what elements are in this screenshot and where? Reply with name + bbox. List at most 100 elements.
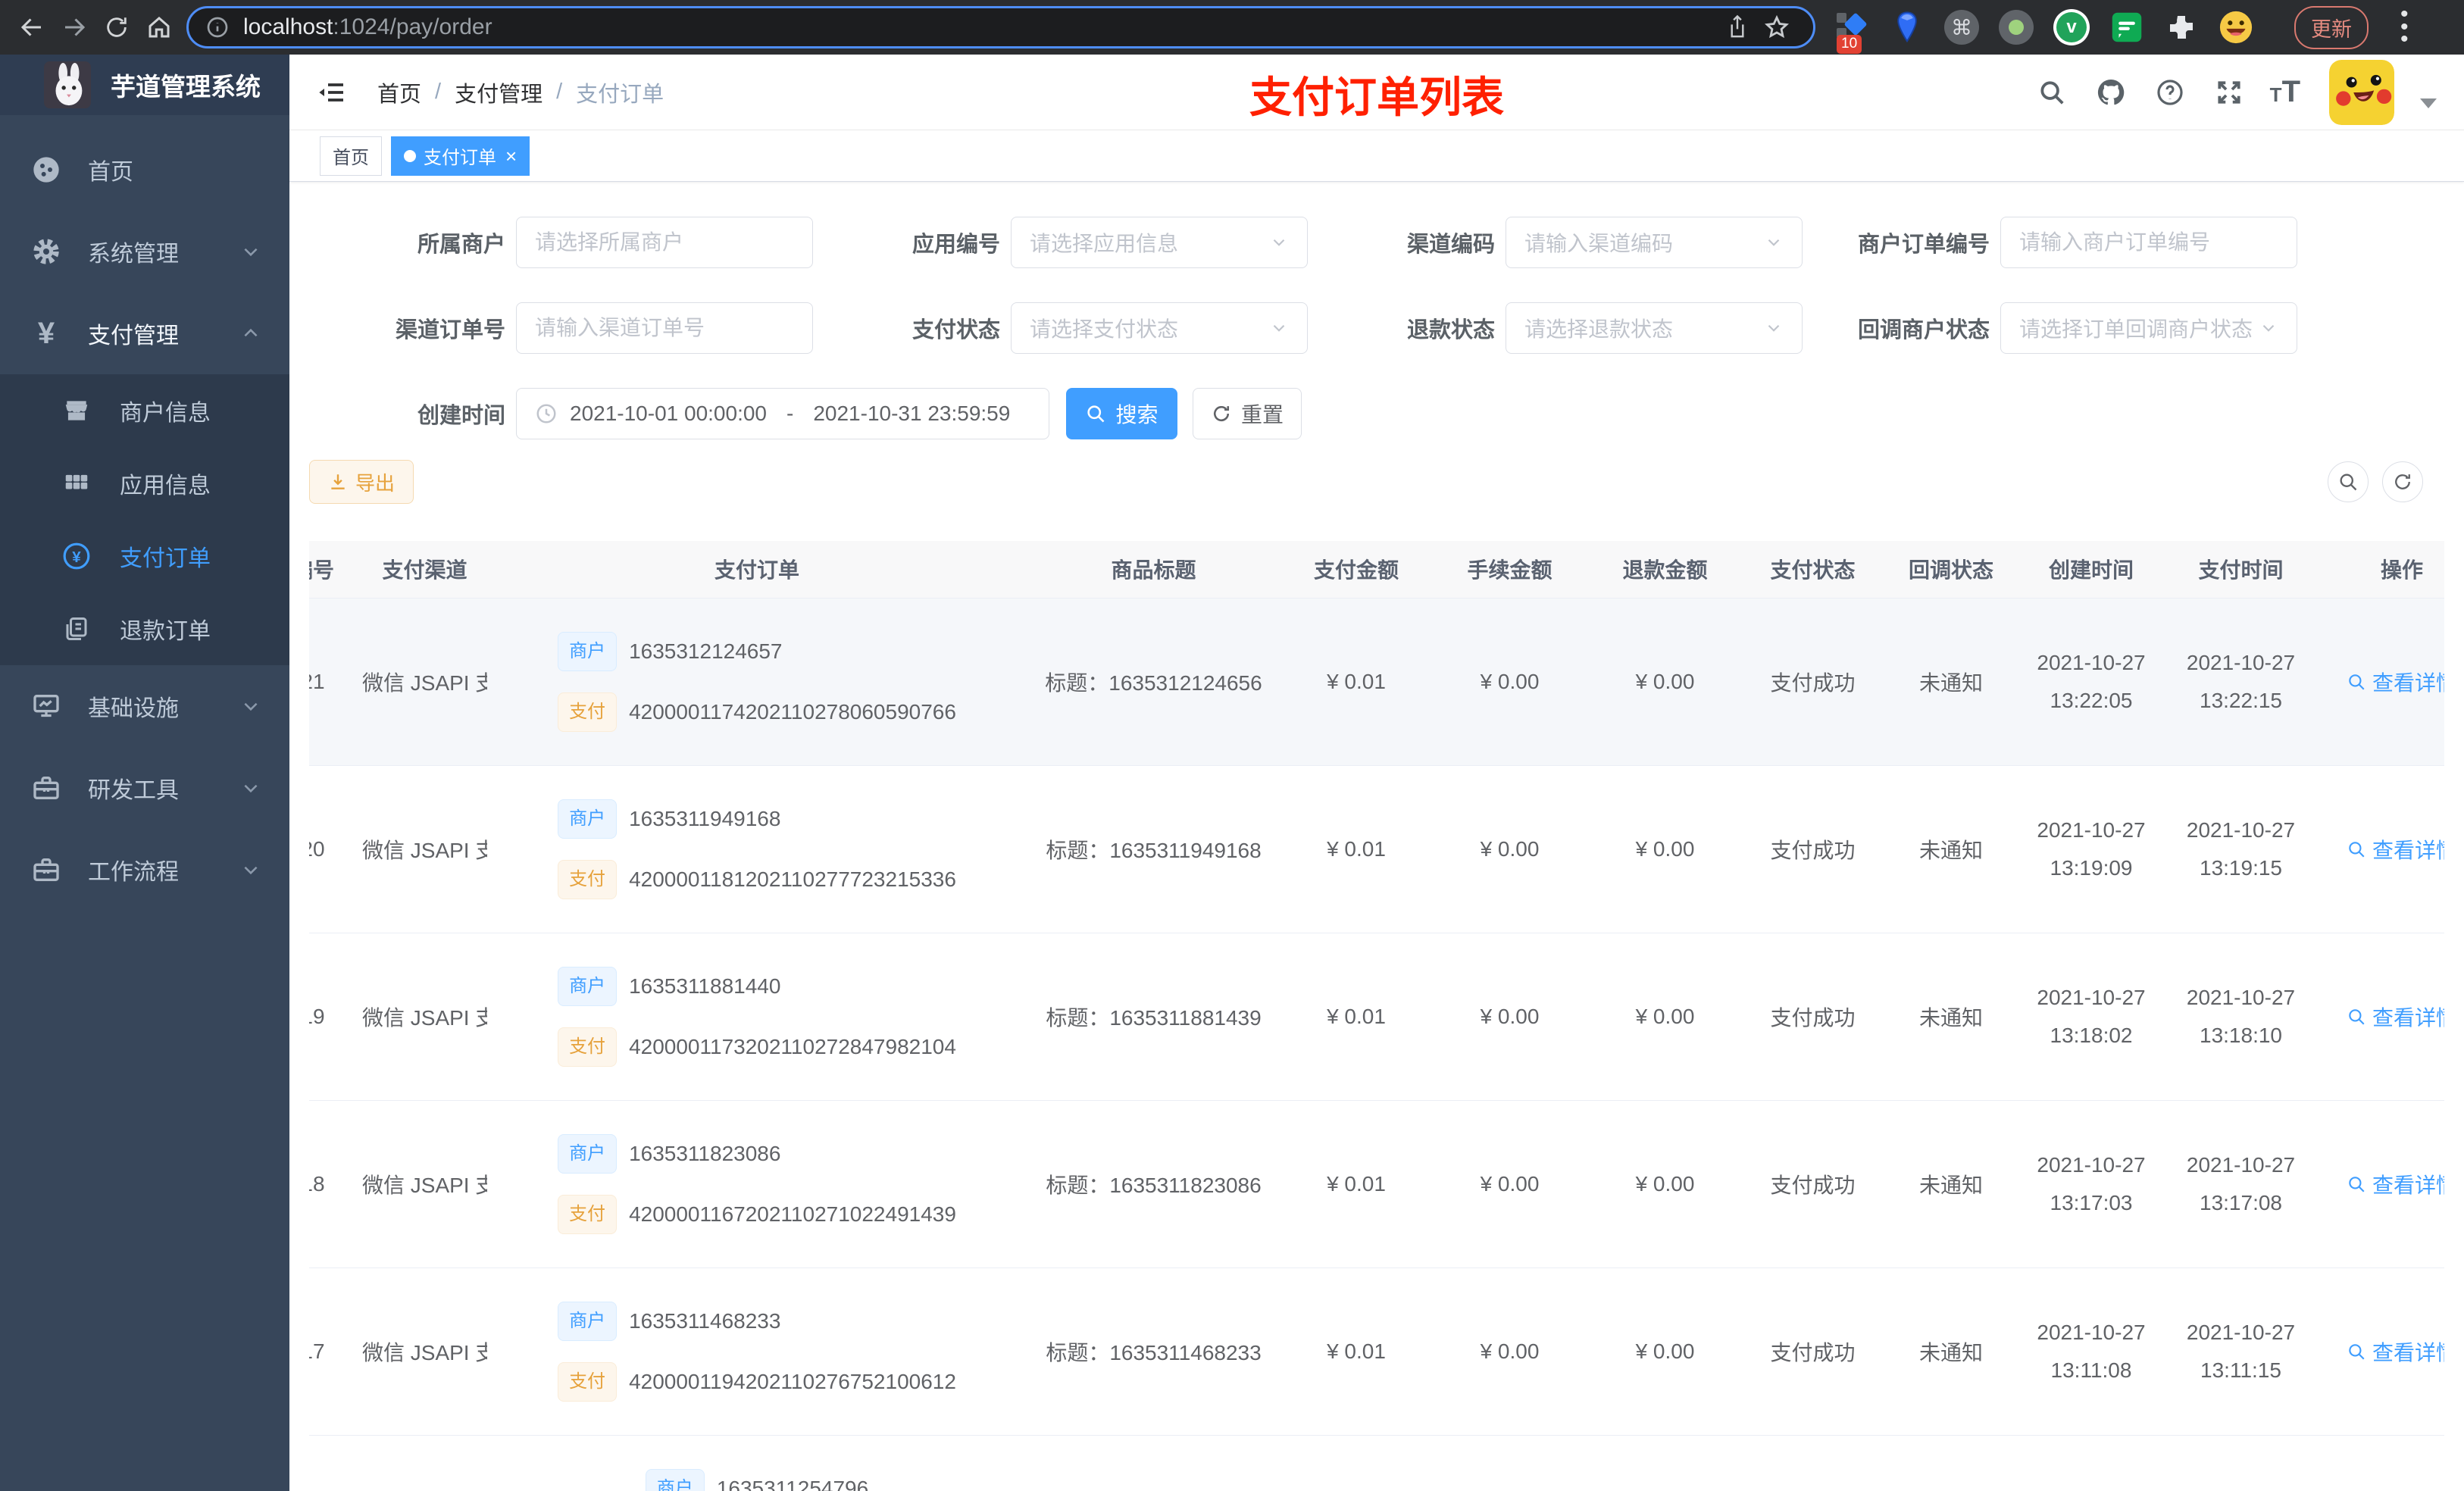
sidebar-item-system[interactable]: 系统管理 [0, 211, 289, 292]
cell-actions: 查看详情 [2319, 598, 2444, 766]
refund-status-select[interactable]: 请选择退款状态 [1506, 302, 1803, 354]
sidebar-item-pay-order[interactable]: ¥ 支付订单 [0, 520, 289, 592]
cell-id: 19 [309, 933, 362, 1101]
sidebar-item-payment[interactable]: ¥ 支付管理 [0, 292, 289, 374]
extension-command-icon[interactable]: ⌘ [1944, 10, 1979, 45]
filter-app-id: 应用编号 请选择应用信息 [813, 217, 1308, 268]
sidebar-item-merchant-info[interactable]: 商户信息 [0, 374, 289, 447]
filter-pay-status: 支付状态 请选择支付状态 [813, 302, 1308, 354]
toolbox-icon [29, 771, 64, 805]
app-id-select[interactable]: 请选择应用信息 [1011, 217, 1308, 268]
address-bar[interactable]: localhost:1024/pay/order [186, 6, 1815, 48]
extension-diamond-icon[interactable]: 10 [1835, 10, 1870, 54]
user-avatar[interactable] [2329, 59, 2394, 125]
browser-update-button[interactable]: 更新 [2294, 5, 2369, 49]
extension-pin-icon[interactable] [1890, 10, 1925, 45]
browser-back-icon[interactable] [11, 6, 53, 48]
svg-text:¥: ¥ [72, 549, 81, 566]
cell-pay-time: 2021-10-27 13:18:10 [2163, 933, 2319, 1101]
view-detail-link[interactable]: 查看详情 [2347, 1169, 2444, 1199]
col-refund-amount: 退款金额 [1587, 541, 1743, 599]
sidebar-item-dev-tools[interactable]: 研发工具 [0, 747, 289, 829]
merchant-input[interactable] [535, 230, 794, 255]
sidebar-item-infrastructure[interactable]: 基础设施 [0, 665, 289, 747]
app-logo-bar[interactable]: 芋道管理系统 [0, 55, 289, 115]
sidebar-item-workflow[interactable]: 工作流程 [0, 829, 289, 911]
cell-actions: 查看详情 [2319, 933, 2444, 1101]
merchant-order-tag: 商户 [558, 1301, 618, 1341]
order-table: 编号 支付渠道 支付订单 商品标题 支付金额 手续金额 退款金额 支付状态 回调… [309, 541, 2444, 1491]
bookmark-star-icon[interactable] [1757, 8, 1796, 47]
table-row: 17 微信 JSAPI 支付 商户 1635311468233 支付 42000… [309, 1268, 2444, 1436]
view-detail-link[interactable]: 查看详情 [2347, 1336, 2444, 1367]
sidebar-item-home[interactable]: 首页 [0, 129, 289, 211]
view-detail-link[interactable]: 查看详情 [2347, 834, 2444, 864]
cell-title: 标题：1635311881439 [1027, 933, 1280, 1101]
github-icon[interactable] [2093, 74, 2129, 111]
search-icon[interactable] [2034, 74, 2070, 111]
avatar-caret-icon[interactable] [2420, 98, 2437, 108]
order-table-body: 21 微信 JSAPI 支付 商户 1635312124657 支付 42000… [309, 598, 2444, 1491]
cell-pay-amount: ¥ 0.01 [1280, 933, 1432, 1101]
channel-order-no-input[interactable] [535, 316, 794, 340]
view-detail-link[interactable]: 查看详情 [2347, 667, 2444, 697]
pay-status-select[interactable]: 请选择支付状态 [1011, 302, 1308, 354]
extension-dot-icon[interactable] [1999, 10, 2034, 45]
cell-id: 18 [309, 1100, 362, 1268]
search-button[interactable]: 搜索 [1066, 388, 1177, 439]
merchant-order-tag: 商户 [558, 966, 618, 1006]
cell-create-time: 2021-10-27 13:19:09 [2019, 765, 2163, 933]
create-time-range-input[interactable]: 2021-10-01 00:00:00 - 2021-10-31 23:59:5… [516, 388, 1049, 439]
close-tab-icon[interactable]: × [505, 146, 517, 166]
notify-status-select[interactable]: 请选择订单回调商户状态 [2000, 302, 2297, 354]
pay-order-no: 4200001181202110277723215336 [629, 867, 956, 891]
browser-menu-icon[interactable]: • • • [2400, 3, 2409, 51]
cell-create-time: 2021-10-27 13:22:05 [2019, 598, 2163, 766]
share-icon[interactable] [1718, 8, 1757, 47]
extension-chat-icon[interactable] [2109, 10, 2144, 45]
cell-id: 21 [309, 598, 362, 766]
site-info-icon[interactable] [205, 15, 230, 39]
cell-pay-amount [1280, 1435, 1432, 1491]
gear-icon [29, 234, 64, 269]
fullscreen-icon[interactable] [2211, 74, 2247, 111]
refresh-table-button[interactable] [2382, 461, 2423, 502]
toggle-search-button[interactable] [2328, 461, 2369, 502]
url-text[interactable]: localhost:1024/pay/order [243, 14, 1718, 40]
cell-pay-time [2163, 1435, 2319, 1491]
help-icon[interactable] [2152, 74, 2188, 111]
browser-reload-icon[interactable] [95, 6, 138, 48]
reset-button[interactable]: 重置 [1193, 388, 1302, 439]
sidebar: 芋道管理系统 首页 系统管理 ¥ 支付管理 商户信息 应用信息 ¥ 支付订单 退… [0, 55, 289, 1491]
cell-refund-amount: ¥ 0.00 [1587, 1268, 1743, 1436]
profile-emoji-avatar[interactable] [2219, 10, 2253, 45]
export-button[interactable]: 导出 [309, 460, 414, 504]
merchant-order-tag: 商户 [558, 799, 618, 839]
merchant-order-tag: 商户 [558, 1133, 618, 1174]
sidebar-item-app-info[interactable]: 应用信息 [0, 447, 289, 520]
view-detail-link[interactable]: 查看详情 [2347, 1002, 2444, 1032]
tab-home[interactable]: 首页 [320, 136, 382, 176]
merchant-order-no-input[interactable] [2019, 230, 2278, 255]
table-header-row: 编号 支付渠道 支付订单 商品标题 支付金额 手续金额 退款金额 支付状态 回调… [309, 541, 2444, 599]
sidebar-item-refund-order[interactable]: 退款订单 [0, 592, 289, 665]
breadcrumb-payment[interactable]: 支付管理 [455, 77, 543, 108]
extension-green-icon[interactable]: v [2053, 9, 2090, 45]
merchant-order-no: 1635311823086 [629, 1141, 781, 1165]
cell-pay-status: 支付成功 [1743, 1100, 1883, 1268]
extensions-puzzle-icon[interactable] [2164, 10, 2199, 45]
browser-home-icon[interactable] [138, 6, 180, 48]
tab-pay-order[interactable]: 支付订单 × [391, 136, 530, 176]
breadcrumb-home[interactable]: 首页 [377, 77, 421, 108]
cell-refund-amount: ¥ 0.00 [1587, 765, 1743, 933]
sidebar-fold-icon[interactable] [317, 77, 347, 108]
filter-notify-status: 回调商户状态 请选择订单回调商户状态 [1803, 302, 2297, 354]
main-area: 首页 / 支付管理 / 支付订单 支付订单列表 T T 首页 支付订单 × 所属… [289, 55, 2464, 1491]
channel-code-select[interactable]: 请输入渠道编码 [1506, 217, 1803, 268]
cell-id: 17 [309, 1268, 362, 1436]
cell-fee-amount: ¥ 0.00 [1432, 1268, 1587, 1436]
font-size-icon[interactable]: TT [2270, 75, 2300, 109]
cell-fee-amount: ¥ 0.00 [1432, 765, 1587, 933]
browser-forward-icon[interactable] [53, 6, 95, 48]
cell-pay-status [1743, 1435, 1883, 1491]
